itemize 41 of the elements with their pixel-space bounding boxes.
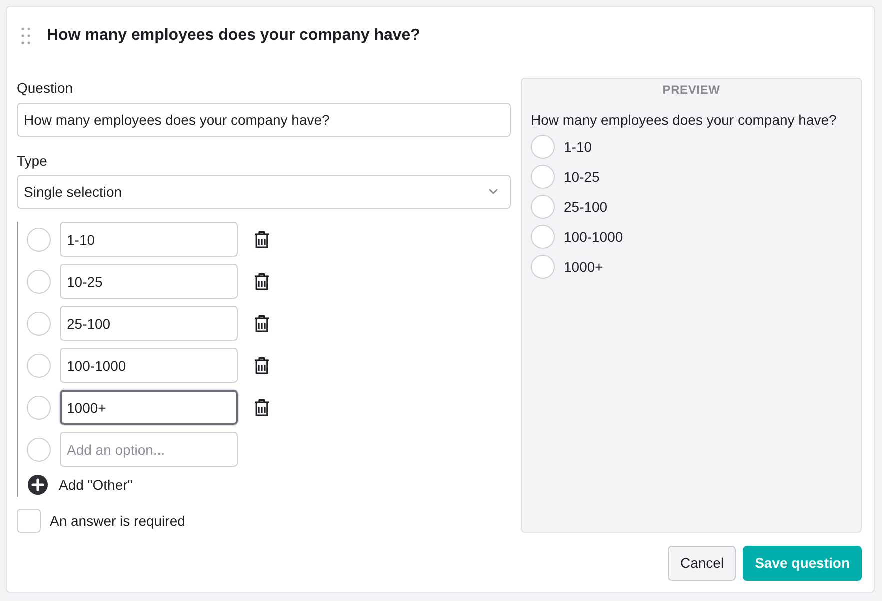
- radio-button[interactable]: [531, 195, 555, 219]
- radio-label: 100-1000: [564, 228, 624, 246]
- option-input[interactable]: 1000+: [60, 390, 238, 425]
- radio-circle-icon: [27, 396, 51, 420]
- type-select[interactable]: Single selection: [17, 175, 511, 209]
- option-input[interactable]: 25-100: [60, 306, 238, 341]
- trash-icon[interactable]: [254, 356, 270, 374]
- chevron-down-icon: [489, 189, 498, 195]
- option-input[interactable]: 1-10: [60, 222, 238, 257]
- new-option-input[interactable]: Add an option...: [60, 432, 238, 467]
- radio-button[interactable]: [531, 165, 555, 189]
- option-input[interactable]: 100-1000: [60, 348, 238, 383]
- preview-heading: PREVIEW: [662, 82, 722, 99]
- plus-circle-icon[interactable]: [28, 475, 48, 495]
- preview-question: How many employees does your company have?: [531, 111, 838, 129]
- radio-circle-icon: [27, 228, 51, 252]
- required-label: An answer is required: [50, 512, 186, 531]
- trash-icon[interactable]: [254, 314, 270, 332]
- trash-icon[interactable]: [254, 230, 270, 248]
- radio-button[interactable]: [531, 255, 555, 279]
- question-title: How many employees does your company have?: [47, 26, 420, 46]
- radio-circle-icon: [27, 438, 51, 462]
- field-label: Type: [17, 152, 48, 171]
- option-input[interactable]: 10-25: [60, 264, 238, 299]
- trash-icon[interactable]: [254, 272, 270, 290]
- radio-label: 1-10: [564, 138, 592, 156]
- required-checkbox[interactable]: [17, 509, 41, 533]
- radio-button[interactable]: [531, 135, 555, 159]
- field-label: Question: [17, 79, 74, 98]
- radio-circle-icon: [27, 312, 51, 336]
- radio-label: 1000+: [564, 258, 604, 276]
- add-other-link[interactable]: Add "Other": [59, 474, 133, 496]
- radio-label: 10-25: [564, 168, 600, 186]
- cancel-button[interactable]: Cancel: [668, 546, 736, 581]
- radio-circle-icon: [27, 270, 51, 294]
- radio-circle-icon: [27, 354, 51, 378]
- trash-icon[interactable]: [254, 398, 270, 416]
- radio-button[interactable]: [531, 225, 555, 249]
- drag-handle-icon[interactable]: [21, 27, 31, 45]
- question-input[interactable]: How many employees does your company have?: [17, 103, 511, 137]
- radio-label: 25-100: [564, 198, 608, 216]
